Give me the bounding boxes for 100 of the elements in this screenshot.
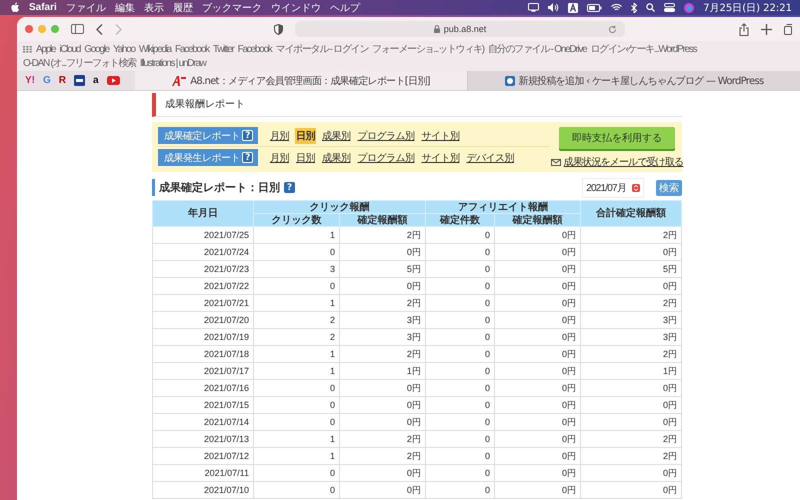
menu-item[interactable]: ウインドウ: [270, 0, 321, 14]
bookmark-link[interactable]: ログイン‹ケーキ...WordPress: [590, 42, 696, 56]
new-tab-icon[interactable]: [761, 24, 772, 34]
table-cell: 0: [254, 380, 340, 396]
search-icon[interactable]: [646, 3, 656, 12]
report-link[interactable]: デバイス別: [466, 150, 515, 166]
sidebar-icon[interactable]: [71, 24, 84, 34]
close-button[interactable]: [25, 25, 33, 33]
table-cell: 0: [254, 482, 340, 498]
bookmark-link[interactable]: 自分のファイル - OneDrive: [488, 42, 586, 56]
control-center-icon[interactable]: [664, 3, 676, 12]
volume-icon[interactable]: [548, 3, 560, 12]
table-cell: 0円: [494, 312, 580, 328]
table-cell: 2: [254, 312, 340, 328]
browser-tab[interactable]: A8.net：メディア会員管理画面：成果確定レポート[日別]: [135, 71, 467, 90]
table-cell: 2円: [339, 430, 426, 448]
bookmark-link[interactable]: フォーメーショ...ットウィキ): [372, 42, 484, 56]
bookmark-link[interactable]: Facebook: [174, 44, 209, 54]
table-cell: 0円: [580, 464, 682, 482]
share-icon[interactable]: [739, 22, 749, 36]
table-cell: 1: [254, 362, 340, 380]
menu-item[interactable]: ヘルプ: [330, 0, 360, 14]
grid-icon[interactable]: [23, 46, 32, 52]
help-icon[interactable]: ?: [242, 152, 253, 163]
tabs-overview-icon[interactable]: [784, 24, 792, 34]
video-play-icon[interactable]: [106, 76, 120, 85]
display-icon[interactable]: [528, 3, 540, 12]
input-source-icon[interactable]: [568, 2, 578, 12]
back-icon[interactable]: [96, 24, 103, 34]
reload-icon[interactable]: [608, 25, 617, 34]
menu-item[interactable]: 履歴: [172, 0, 193, 14]
table-cell: 0円: [494, 380, 580, 396]
menu-item[interactable]: ブックマーク: [202, 0, 262, 14]
table-cell: 0円: [494, 414, 580, 430]
table-cell: 1円: [339, 362, 426, 380]
favorite-link[interactable]: Y!: [25, 75, 35, 86]
report-link[interactable]: 月別: [269, 128, 290, 144]
table-cell: 0: [425, 430, 494, 448]
report-link[interactable]: 日別: [295, 150, 316, 166]
favorite-link[interactable]: a: [93, 75, 99, 86]
table-cell: 0: [425, 464, 494, 482]
table-cell: 0: [425, 328, 494, 346]
bookmark-link[interactable]: Yahoo: [112, 44, 135, 54]
menu-item[interactable]: 編集: [114, 0, 135, 14]
report-link[interactable]: サイト別: [420, 150, 460, 166]
table-cell: 1: [254, 430, 340, 448]
report-link[interactable]: プログラム別: [356, 128, 416, 144]
month-select[interactable]: 2021/07月: [582, 178, 644, 198]
shield-icon[interactable]: [274, 24, 283, 34]
menu-app-name[interactable]: Safari: [29, 2, 57, 13]
table-cell: 0円: [339, 278, 426, 294]
table-cell: 5円: [339, 260, 426, 278]
bookmark-link[interactable]: Wikipedia: [138, 44, 171, 54]
report-link[interactable]: プログラム別: [356, 150, 416, 166]
table-cell: 3円: [580, 328, 682, 346]
table-cell: 0: [254, 244, 340, 260]
wifi-icon[interactable]: [611, 3, 622, 12]
battery-icon[interactable]: [587, 4, 602, 12]
bookmark-link[interactable]: Google: [84, 44, 109, 54]
table-cell: 0円: [339, 464, 426, 482]
table-cell: 3円: [580, 312, 682, 328]
favorite-link[interactable]: R: [58, 75, 66, 86]
bookmark-link[interactable]: O-DAN (オ...フリーフォト検索: [23, 56, 136, 70]
table-cell: 0: [425, 226, 494, 244]
table-cell: 3: [254, 260, 340, 278]
help-icon[interactable]: ?: [242, 130, 253, 141]
siri-icon[interactable]: [684, 2, 694, 12]
bookmark-link[interactable]: マイポータル - ログイン: [276, 42, 368, 56]
menu-item[interactable]: 表示: [144, 0, 164, 14]
stepper-icon: [632, 184, 640, 192]
report-link[interactable]: 月別: [269, 150, 290, 166]
bookmark-link[interactable]: Illustrations | unDraw: [140, 58, 206, 68]
table-cell: 0: [254, 396, 340, 414]
table-cell: 0円: [339, 482, 426, 498]
bookmark-link[interactable]: Apple: [36, 44, 56, 54]
table-cell: 0円: [580, 278, 682, 294]
bookmark-link[interactable]: Facebook: [238, 44, 272, 54]
bookmark-link[interactable]: Twitter: [212, 44, 234, 54]
table-cell: 2021/07/15: [152, 396, 254, 414]
table-cell: 0: [425, 448, 494, 464]
report-link[interactable]: サイト別: [420, 128, 460, 144]
help-icon[interactable]: ?: [284, 182, 295, 193]
table-cell: 2円: [580, 294, 682, 312]
menu-clock[interactable]: 7月25日(日) 22:21: [703, 0, 792, 14]
report-link[interactable]: 成果別: [321, 150, 352, 166]
menu-item[interactable]: ファイル: [66, 0, 106, 14]
favorite-square-icon[interactable]: [74, 75, 86, 86]
report-link[interactable]: 日別: [295, 128, 316, 144]
table-cell: 2021/07/12: [152, 448, 254, 464]
browser-tab[interactable]: 新規投稿を追加 ‹ ケーキ屋しんちゃんブログ — WordPress: [467, 71, 800, 90]
apple-logo-icon[interactable]: [10, 2, 20, 13]
table-cell: 0: [425, 346, 494, 362]
report-link[interactable]: 成果別: [321, 128, 352, 144]
instant-payment-button[interactable]: 即時支払を利用する: [559, 127, 675, 149]
address-bar[interactable]: pub.a8.net: [295, 21, 625, 37]
column-group-header: アフィリエイト報酬: [425, 200, 580, 214]
column-header: クリック数: [254, 214, 340, 226]
bookmark-link[interactable]: iCloud: [59, 44, 80, 54]
table-cell: 2円: [339, 226, 426, 244]
bluetooth-icon[interactable]: [631, 2, 638, 12]
